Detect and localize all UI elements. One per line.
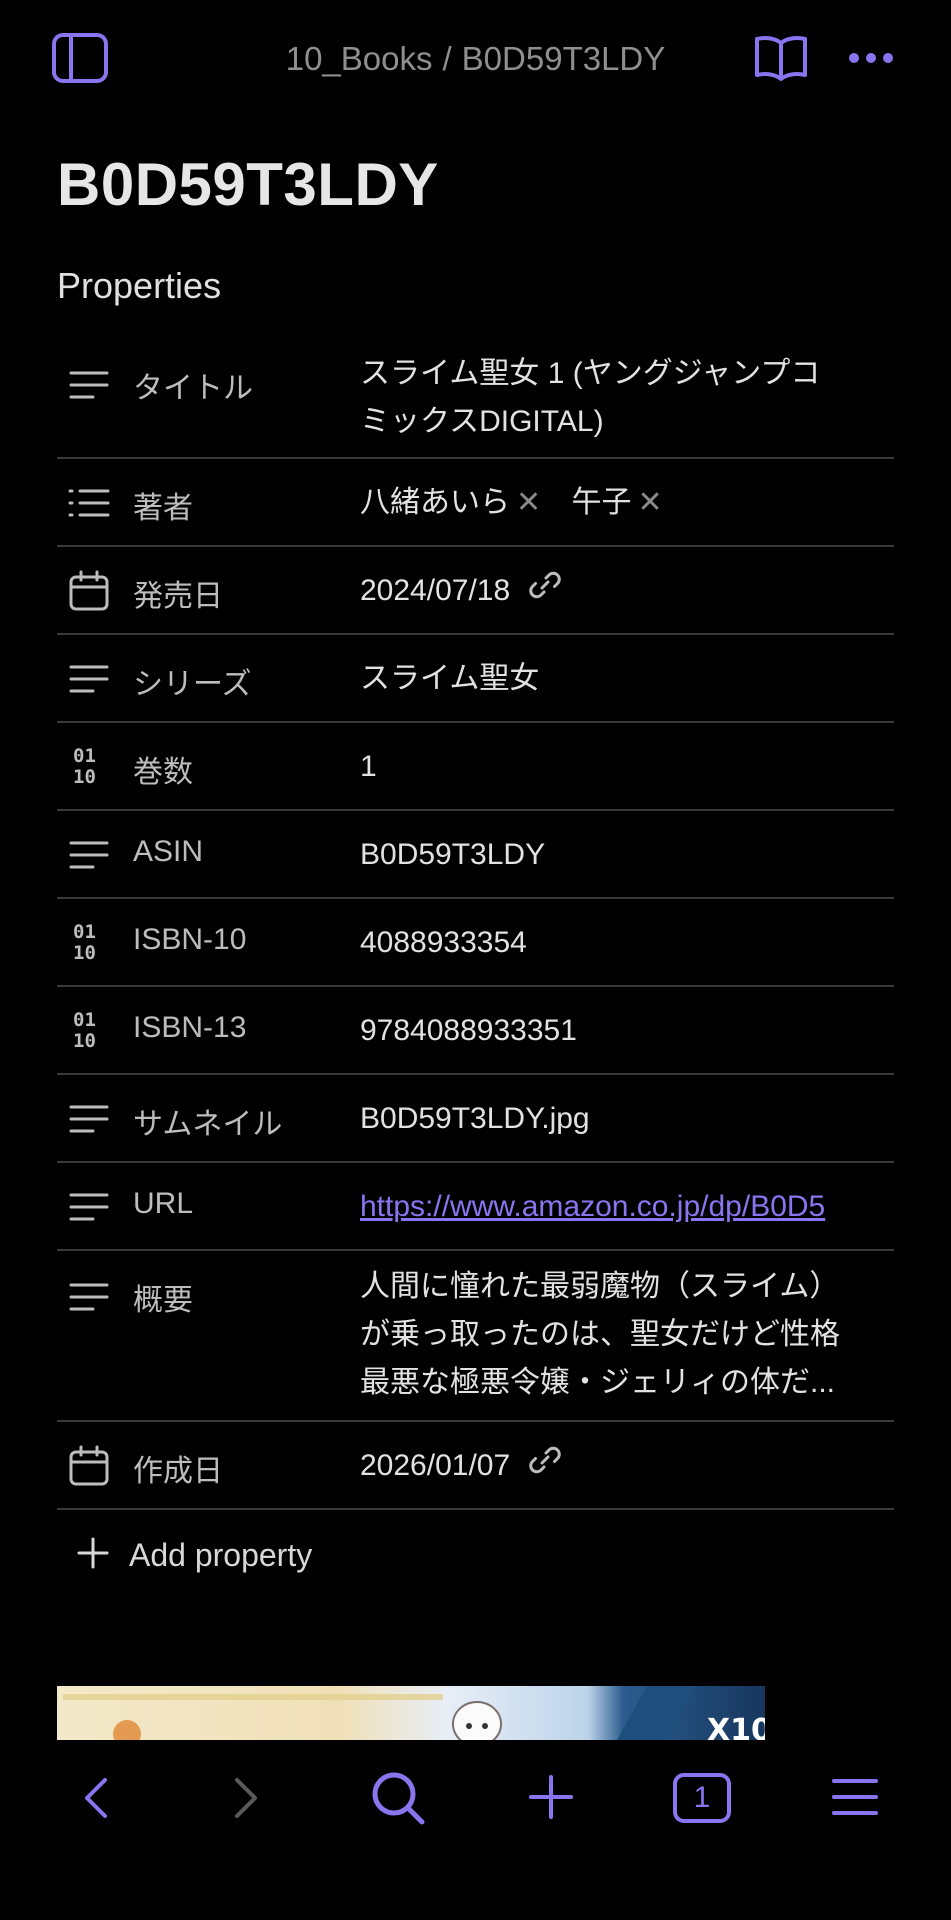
property-label: 巻数 — [133, 756, 193, 789]
property-label: ISBN-13 — [133, 1011, 247, 1044]
property-row-thumbnail[interactable]: サムネイル B0D59T3LDY.jpg — [57, 1075, 894, 1163]
property-value[interactable]: B0D59T3LDY.jpg — [360, 1095, 894, 1143]
link-icon[interactable] — [528, 1443, 561, 1491]
date-value: 2024/07/18 — [360, 574, 511, 607]
properties-table: タイトル スライム聖女 1 (ヤングジャンプコ ミックスDIGITAL) 著者 … — [57, 340, 894, 1510]
tabs-button[interactable]: 1 — [672, 1770, 732, 1826]
text-icon — [67, 1185, 111, 1229]
text-icon — [67, 1097, 111, 1141]
remove-chip-icon[interactable]: ✕ — [637, 486, 662, 519]
link-icon[interactable] — [528, 568, 561, 616]
author-chip[interactable]: 八緒あいら ✕ — [360, 479, 541, 527]
property-label: 発売日 — [133, 580, 223, 613]
number-icon: 01 10 — [67, 743, 111, 787]
property-value[interactable]: B0D59T3LDY — [360, 831, 894, 879]
plus-icon — [75, 1535, 115, 1575]
add-property-button[interactable]: Add property — [75, 1535, 312, 1575]
list-icon — [67, 481, 111, 525]
property-value[interactable]: スライム聖女 1 (ヤングジャンプコ ミックスDIGITAL) — [360, 350, 894, 446]
page-title: B0D59T3LDY — [57, 151, 439, 218]
property-value[interactable]: 八緒あいら ✕ 午子 ✕ — [360, 479, 894, 527]
date-value: 2026/01/07 — [360, 1449, 511, 1482]
more-options-icon[interactable] — [846, 40, 896, 76]
value-line: が乗っ取ったのは、聖女だけど性格 — [360, 1318, 840, 1351]
url-link[interactable]: https://www.amazon.co.jp/dp/B0D5 — [360, 1183, 894, 1231]
property-label: シリーズ — [133, 668, 252, 701]
property-value[interactable]: 4088933354 — [360, 919, 894, 967]
text-icon — [67, 833, 111, 877]
search-icon[interactable] — [370, 1770, 426, 1826]
calendar-icon — [67, 569, 111, 613]
property-value[interactable]: https://www.amazon.co.jp/dp/B0D5 — [360, 1183, 894, 1231]
property-label: タイトル — [133, 372, 253, 405]
property-label: URL — [133, 1187, 194, 1220]
top-bar: 10_Books / B0D59T3LDY — [0, 0, 951, 120]
value-line: 最悪な極悪令嬢・ジェリィの体だ... — [360, 1366, 836, 1399]
property-label: 作成日 — [133, 1455, 223, 1488]
property-value[interactable]: スライム聖女 — [360, 655, 894, 703]
bottom-toolbar: 1 — [0, 1740, 951, 1920]
property-label: 概要 — [133, 1284, 193, 1317]
author-chip-label: 八緒あいら — [360, 486, 510, 519]
property-value[interactable]: 人間に憧れた最弱魔物（スライム） が乗っ取ったのは、聖女だけど性格 最悪な極悪令… — [360, 1263, 894, 1407]
property-row-url[interactable]: URL https://www.amazon.co.jp/dp/B0D5 — [57, 1163, 894, 1251]
property-row-series[interactable]: シリーズ スライム聖女 — [57, 635, 894, 723]
forward-arrow-icon[interactable] — [224, 1776, 268, 1820]
value-line: 人間に憧れた最弱魔物（スライム） — [360, 1270, 840, 1303]
property-label: ISBN-10 — [133, 923, 247, 956]
property-value[interactable]: 1 — [360, 743, 894, 791]
property-row-title[interactable]: タイトル スライム聖女 1 (ヤングジャンプコ ミックスDIGITAL) — [57, 340, 894, 459]
property-row-release-date[interactable]: 発売日 2024/07/18 — [57, 547, 894, 635]
text-icon — [67, 657, 111, 701]
property-row-created[interactable]: 作成日 2026/01/07 — [57, 1422, 894, 1510]
back-arrow-icon[interactable] — [74, 1776, 118, 1820]
text-icon — [67, 1275, 111, 1319]
property-row-summary[interactable]: 概要 人間に憧れた最弱魔物（スライム） が乗っ取ったのは、聖女だけど性格 最悪な… — [57, 1251, 894, 1422]
value-line: スライム聖女 1 (ヤングジャンプコ — [360, 357, 821, 390]
property-value[interactable]: 2026/01/07 — [360, 1442, 894, 1491]
property-row-volume[interactable]: 01 10 巻数 1 — [57, 723, 894, 811]
breadcrumb-file[interactable]: B0D59T3LDY — [462, 40, 666, 77]
property-label: サムネイル — [133, 1108, 283, 1141]
new-note-plus-icon[interactable] — [526, 1772, 576, 1822]
property-label: ASIN — [133, 835, 204, 868]
remove-chip-icon[interactable]: ✕ — [516, 486, 541, 519]
property-value[interactable]: 2024/07/18 — [360, 567, 894, 616]
property-row-isbn10[interactable]: 01 10 ISBN-10 4088933354 — [57, 899, 894, 987]
property-row-authors[interactable]: 著者 八緒あいら ✕ 午子 ✕ — [57, 459, 894, 547]
property-label: 著者 — [133, 492, 193, 525]
tab-count: 1 — [693, 1781, 711, 1814]
svg-text:10: 10 — [73, 766, 96, 787]
breadcrumb-separator: / — [442, 40, 452, 77]
number-icon: 01 10 — [67, 1007, 111, 1051]
value-line: ミックスDIGITAL) — [360, 405, 604, 438]
number-icon: 01 10 — [67, 919, 111, 963]
text-icon — [67, 363, 111, 407]
svg-text:01: 01 — [73, 745, 96, 767]
svg-text:X10: X10 — [707, 1713, 765, 1740]
property-value[interactable]: 9784088933351 — [360, 1007, 894, 1055]
property-row-isbn13[interactable]: 01 10 ISBN-13 9784088933351 — [57, 987, 894, 1075]
author-chip-label: 午子 — [571, 486, 632, 519]
svg-text:01: 01 — [73, 921, 96, 943]
calendar-icon — [67, 1444, 111, 1488]
svg-text:01: 01 — [73, 1009, 96, 1031]
author-chip[interactable]: 午子 ✕ — [571, 479, 662, 527]
breadcrumb-folder[interactable]: 10_Books — [286, 40, 433, 77]
svg-text:10: 10 — [73, 1030, 96, 1051]
properties-heading[interactable]: Properties — [57, 265, 221, 307]
property-row-asin[interactable]: ASIN B0D59T3LDY — [57, 811, 894, 899]
add-property-label: Add property — [129, 1536, 313, 1573]
cover-image: X10 — [57, 1686, 765, 1740]
svg-text:10: 10 — [73, 942, 96, 963]
reading-view-book-icon[interactable] — [752, 32, 810, 84]
menu-icon[interactable] — [830, 1774, 880, 1820]
